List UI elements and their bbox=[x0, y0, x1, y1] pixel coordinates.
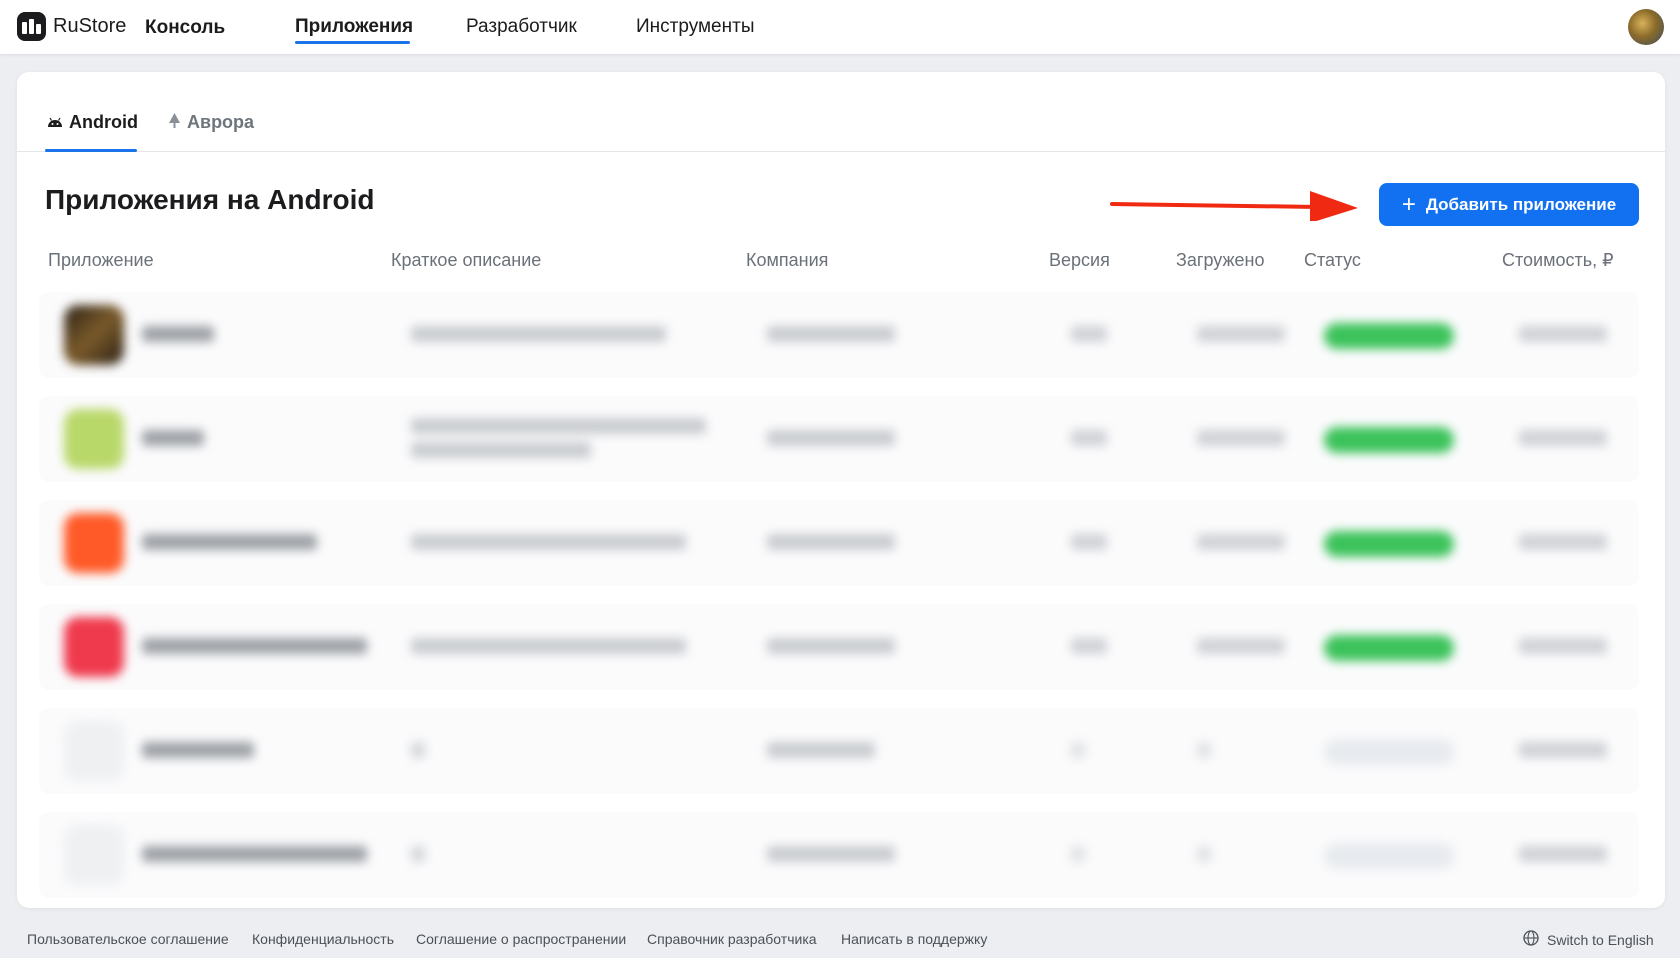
console-label: Консоль bbox=[145, 17, 226, 38]
price-blurred bbox=[1519, 430, 1607, 446]
column-header-app[interactable]: Приложение bbox=[48, 250, 154, 271]
status-badge bbox=[1324, 427, 1454, 453]
app-description-blurred bbox=[411, 534, 686, 550]
add-app-button-label: Добавить приложение bbox=[1425, 194, 1617, 214]
platform-tabs: Android Аврора bbox=[17, 72, 1665, 152]
page-title: Приложения на Android bbox=[45, 184, 375, 215]
app-name-blurred bbox=[142, 326, 214, 342]
footer-link-privacy[interactable]: Конфиденциальность bbox=[252, 931, 394, 947]
app-name-blurred bbox=[142, 638, 367, 654]
footer: Пользовательское соглашение Конфиденциал… bbox=[0, 924, 1680, 954]
footer-link-user-agreement[interactable]: Пользовательское соглашение bbox=[27, 931, 229, 947]
column-header-version[interactable]: Версия bbox=[1049, 250, 1110, 271]
tab-aurora[interactable]: Аврора bbox=[168, 112, 254, 133]
nav-active-indicator bbox=[295, 41, 410, 44]
app-icon bbox=[64, 825, 124, 885]
top-bar: RuStore Консоль Приложения Разработчик И… bbox=[0, 0, 1680, 54]
company-blurred bbox=[767, 534, 895, 550]
version-blurred bbox=[1071, 534, 1107, 550]
price-blurred bbox=[1519, 638, 1607, 654]
footer-link-distribution-agreement[interactable]: Соглашение о распространении bbox=[416, 931, 626, 947]
price-blurred bbox=[1519, 326, 1607, 342]
red-arrow-annotation-icon bbox=[1110, 191, 1358, 221]
company-blurred bbox=[767, 742, 875, 758]
app-name-blurred bbox=[142, 846, 367, 862]
tab-aurora-label: Аврора bbox=[187, 112, 255, 132]
column-header-company[interactable]: Компания bbox=[746, 250, 828, 271]
company-blurred bbox=[767, 846, 895, 862]
version-blurred bbox=[1071, 326, 1107, 342]
app-name-blurred bbox=[142, 534, 317, 550]
nav-tools[interactable]: Инструменты bbox=[636, 16, 754, 38]
apps-card: Android Аврора Приложения на Android + Д… bbox=[17, 72, 1665, 908]
uploaded-blurred bbox=[1197, 326, 1285, 342]
nav-developer[interactable]: Разработчик bbox=[466, 16, 577, 38]
company-blurred bbox=[767, 638, 895, 654]
user-avatar[interactable] bbox=[1628, 9, 1664, 45]
app-name-blurred bbox=[142, 430, 204, 446]
price-blurred bbox=[1519, 846, 1607, 862]
app-icon bbox=[64, 513, 124, 573]
app-icon bbox=[64, 305, 124, 365]
table-row[interactable] bbox=[39, 812, 1639, 898]
status-badge bbox=[1324, 323, 1454, 349]
app-name-blurred bbox=[142, 742, 254, 758]
tab-android[interactable]: Android bbox=[47, 112, 138, 133]
table-row[interactable] bbox=[39, 604, 1639, 690]
version-blurred bbox=[1071, 742, 1085, 758]
status-badge bbox=[1324, 739, 1454, 765]
tab-android-label: Android bbox=[69, 112, 138, 132]
table-row[interactable] bbox=[39, 292, 1639, 378]
add-app-button[interactable]: + Добавить приложение bbox=[1379, 183, 1639, 226]
uploaded-blurred bbox=[1197, 638, 1285, 654]
app-description-blurred bbox=[411, 326, 666, 342]
aurora-icon bbox=[168, 112, 181, 133]
footer-link-support[interactable]: Написать в поддержку bbox=[841, 931, 987, 947]
app-description-blurred bbox=[411, 638, 686, 654]
table-row[interactable] bbox=[39, 708, 1639, 794]
language-switch[interactable]: Switch to English bbox=[1523, 930, 1654, 949]
column-header-status[interactable]: Статус bbox=[1304, 250, 1361, 271]
uploaded-blurred bbox=[1197, 430, 1285, 446]
status-badge bbox=[1324, 635, 1454, 661]
plus-icon: + bbox=[1401, 190, 1416, 218]
app-description-blurred-2 bbox=[411, 442, 591, 458]
status-badge bbox=[1324, 843, 1454, 869]
nav-applications[interactable]: Приложения bbox=[295, 16, 413, 38]
column-header-price[interactable]: Стоимость, ₽ bbox=[1502, 250, 1614, 271]
table-row[interactable] bbox=[39, 396, 1639, 482]
app-description-blurred bbox=[411, 846, 425, 862]
app-description-blurred bbox=[411, 742, 425, 758]
app-icon bbox=[64, 617, 124, 677]
company-blurred bbox=[767, 430, 895, 446]
brand-name: RuStore bbox=[53, 15, 127, 37]
uploaded-blurred bbox=[1197, 534, 1285, 550]
status-badge bbox=[1324, 531, 1454, 557]
uploaded-blurred bbox=[1197, 846, 1211, 862]
version-blurred bbox=[1071, 430, 1107, 446]
rustore-logo-icon[interactable] bbox=[17, 12, 46, 41]
platform-tab-indicator bbox=[45, 149, 137, 152]
app-icon bbox=[64, 721, 124, 781]
version-blurred bbox=[1071, 846, 1085, 862]
column-header-description[interactable]: Краткое описание bbox=[391, 250, 541, 271]
company-blurred bbox=[767, 326, 895, 342]
price-blurred bbox=[1519, 742, 1607, 758]
app-description-blurred bbox=[411, 418, 706, 434]
table-row[interactable] bbox=[39, 500, 1639, 586]
android-icon bbox=[47, 112, 63, 133]
app-icon bbox=[64, 409, 124, 469]
version-blurred bbox=[1071, 638, 1107, 654]
globe-icon bbox=[1523, 930, 1539, 949]
language-switch-label: Switch to English bbox=[1547, 931, 1654, 948]
footer-link-developer-guide[interactable]: Справочник разработчика bbox=[647, 931, 817, 947]
uploaded-blurred bbox=[1197, 742, 1211, 758]
price-blurred bbox=[1519, 534, 1607, 550]
column-header-uploaded[interactable]: Загружено bbox=[1176, 250, 1264, 271]
